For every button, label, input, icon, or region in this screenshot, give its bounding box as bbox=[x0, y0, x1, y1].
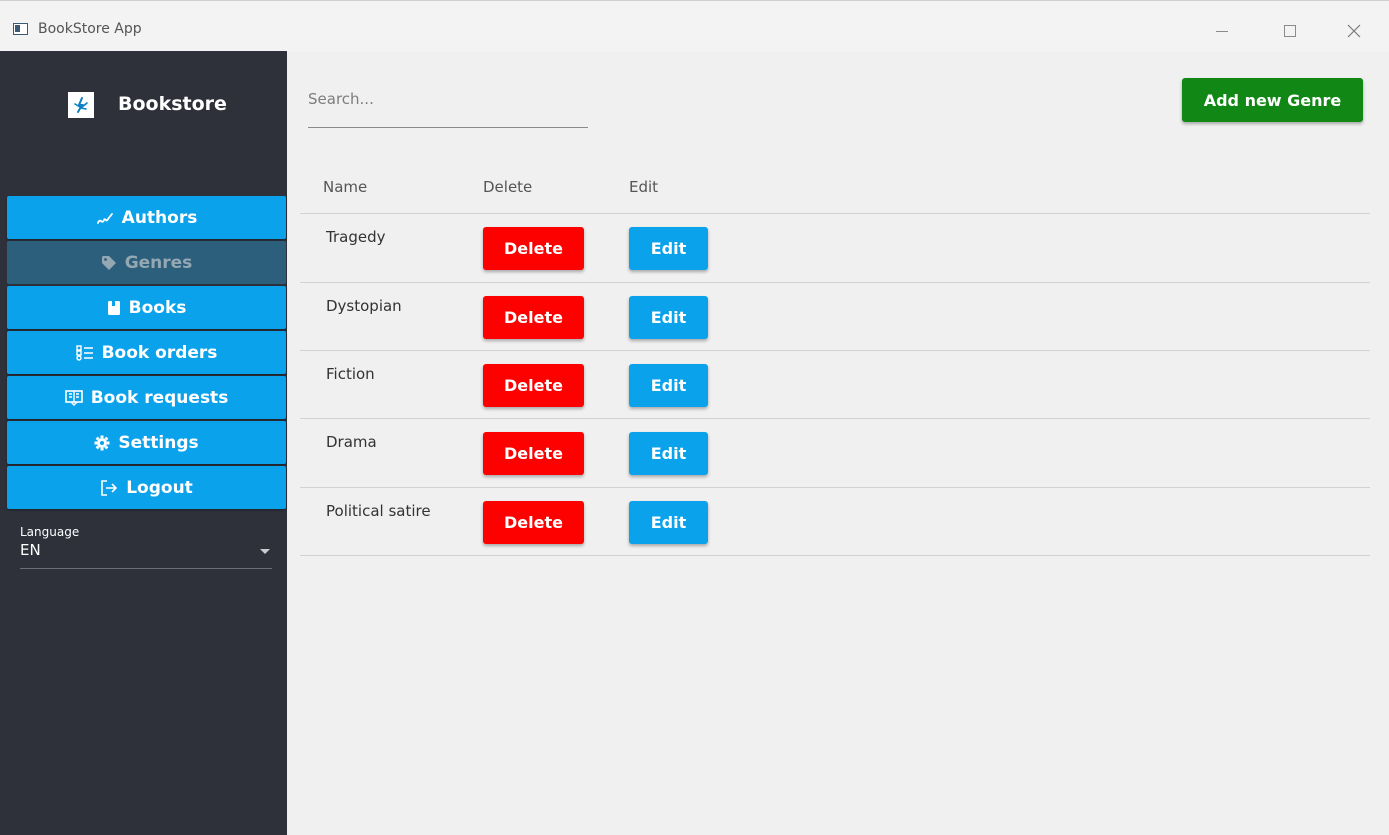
minimize-icon bbox=[1216, 30, 1228, 32]
sidebar: Bookstore Authors Genres Books Book orde… bbox=[0, 51, 287, 835]
edit-button[interactable]: Edit bbox=[629, 364, 708, 407]
edit-button[interactable]: Edit bbox=[629, 227, 708, 270]
genre-name: Drama bbox=[326, 433, 377, 451]
tag-icon bbox=[101, 255, 117, 271]
genre-name: Dystopian bbox=[326, 297, 402, 315]
edit-button[interactable]: Edit bbox=[629, 432, 708, 475]
sidebar-item-book-orders[interactable]: Book orders bbox=[7, 331, 286, 374]
sidebar-item-genres[interactable]: Genres bbox=[7, 241, 286, 284]
sidebar-item-label: Book orders bbox=[101, 342, 218, 363]
app-window-icon bbox=[13, 23, 28, 35]
request-book-icon bbox=[64, 389, 83, 406]
sidebar-item-label: Logout bbox=[126, 477, 193, 498]
window-title: BookStore App bbox=[38, 21, 142, 37]
delete-button[interactable]: Delete bbox=[483, 364, 584, 407]
signature-icon bbox=[96, 211, 114, 225]
table-row: Political satire Delete Edit bbox=[300, 488, 1370, 556]
language-select[interactable]: EN bbox=[20, 541, 272, 569]
edit-button[interactable]: Edit bbox=[629, 501, 708, 544]
delete-button[interactable]: Delete bbox=[483, 227, 584, 270]
sidebar-item-label: Settings bbox=[118, 432, 199, 453]
delete-button[interactable]: Delete bbox=[483, 501, 584, 544]
sidebar-item-settings[interactable]: Settings bbox=[7, 421, 286, 464]
sidebar-item-label: Books bbox=[128, 297, 187, 318]
sidebar-nav: Authors Genres Books Book orders Book re… bbox=[7, 196, 286, 511]
table-row: Tragedy Delete Edit bbox=[300, 214, 1370, 282]
delete-button[interactable]: Delete bbox=[483, 432, 584, 475]
sidebar-item-label: Authors bbox=[121, 207, 198, 228]
sidebar-item-label: Book requests bbox=[90, 387, 229, 408]
genre-name: Political satire bbox=[326, 502, 431, 520]
language-value: EN bbox=[20, 541, 41, 559]
minimize-button[interactable] bbox=[1202, 13, 1242, 49]
table-row: Dystopian Delete Edit bbox=[300, 283, 1370, 351]
logout-icon bbox=[100, 479, 118, 496]
chevron-down-icon bbox=[260, 549, 270, 554]
brand-name: Bookstore bbox=[118, 93, 227, 115]
column-header-name: Name bbox=[323, 178, 368, 196]
close-button[interactable] bbox=[1334, 13, 1374, 49]
column-header-delete: Delete bbox=[483, 178, 533, 196]
delete-button[interactable]: Delete bbox=[483, 296, 584, 339]
gear-icon bbox=[94, 435, 110, 451]
close-icon bbox=[1347, 24, 1361, 38]
checklist-icon bbox=[75, 344, 94, 361]
row-divider bbox=[300, 555, 1370, 556]
add-genre-button[interactable]: Add new Genre bbox=[1182, 78, 1363, 122]
genre-name: Tragedy bbox=[326, 228, 386, 246]
table-row: Drama Delete Edit bbox=[300, 419, 1370, 487]
table-row: Fiction Delete Edit bbox=[300, 351, 1370, 419]
sidebar-item-books[interactable]: Books bbox=[7, 286, 286, 329]
title-bar: BookStore App bbox=[0, 0, 1389, 52]
maximize-button[interactable] bbox=[1270, 13, 1310, 49]
sidebar-item-book-requests[interactable]: Book requests bbox=[7, 376, 286, 419]
bookstore-logo-icon bbox=[68, 92, 94, 118]
edit-button[interactable]: Edit bbox=[629, 296, 708, 339]
genre-name: Fiction bbox=[326, 365, 375, 383]
column-header-edit: Edit bbox=[629, 178, 659, 196]
maximize-icon bbox=[1284, 25, 1296, 37]
book-icon bbox=[107, 300, 121, 316]
language-label: Language bbox=[20, 525, 80, 539]
sidebar-item-logout[interactable]: Logout bbox=[7, 466, 286, 509]
search-input[interactable] bbox=[308, 90, 578, 108]
sidebar-item-authors[interactable]: Authors bbox=[7, 196, 286, 239]
search-field[interactable] bbox=[308, 80, 588, 128]
sidebar-item-label: Genres bbox=[124, 252, 193, 273]
